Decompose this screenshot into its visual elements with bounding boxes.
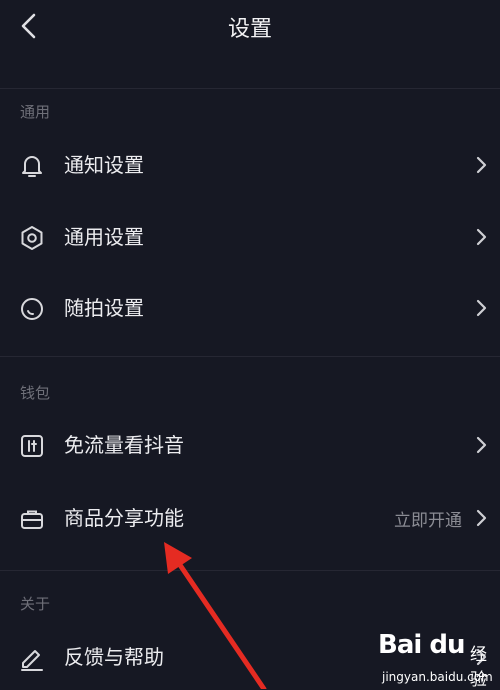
menu-item-label: 通用设置 bbox=[64, 225, 144, 249]
menu-item-notification[interactable]: 通知设置 bbox=[0, 134, 500, 194]
menu-item-label: 商品分享功能 bbox=[64, 506, 184, 530]
chevron-right-icon bbox=[476, 436, 487, 454]
divider bbox=[0, 88, 500, 89]
menu-item-general-settings[interactable]: 通用设置 bbox=[0, 206, 500, 266]
section-label-general: 通用 bbox=[20, 103, 51, 121]
menu-item-free-data[interactable]: 免流量看抖音 bbox=[0, 414, 500, 474]
briefcase-icon bbox=[21, 510, 43, 529]
menu-item-label: 通知设置 bbox=[64, 153, 144, 177]
baidu-logo: Bai du bbox=[378, 630, 465, 660]
annotation-arrow bbox=[164, 542, 267, 689]
gear-icon bbox=[21, 226, 43, 250]
section-label-wallet: 钱包 bbox=[20, 384, 51, 402]
page-title: 设置 bbox=[227, 17, 272, 42]
baidu-jingyan-watermark: Bai du 经验 jingyan.baidu.com bbox=[378, 630, 498, 690]
divider bbox=[0, 356, 500, 357]
section-label-about: 关于 bbox=[20, 595, 51, 613]
chevron-right-icon bbox=[476, 156, 487, 174]
watermark-url: jingyan.baidu.com bbox=[382, 670, 493, 684]
menu-item-label: 免流量看抖音 bbox=[64, 433, 184, 457]
menu-item-product-share[interactable]: 商品分享功能 立即开通 bbox=[0, 487, 500, 547]
divider bbox=[0, 570, 500, 571]
menu-item-label: 随拍设置 bbox=[64, 296, 144, 320]
data-card-icon bbox=[21, 435, 43, 457]
chevron-right-icon bbox=[476, 228, 487, 246]
pencil-icon bbox=[21, 650, 43, 671]
camera-ring-icon bbox=[21, 298, 43, 320]
chevron-right-icon bbox=[476, 299, 487, 317]
menu-item-label: 反馈与帮助 bbox=[64, 645, 164, 669]
chevron-right-icon bbox=[476, 509, 487, 527]
header-bar: 设置 bbox=[0, 0, 500, 52]
activate-now-value: 立即开通 bbox=[394, 511, 462, 531]
menu-item-snapshot-settings[interactable]: 随拍设置 bbox=[0, 277, 500, 337]
bell-icon bbox=[22, 156, 42, 177]
